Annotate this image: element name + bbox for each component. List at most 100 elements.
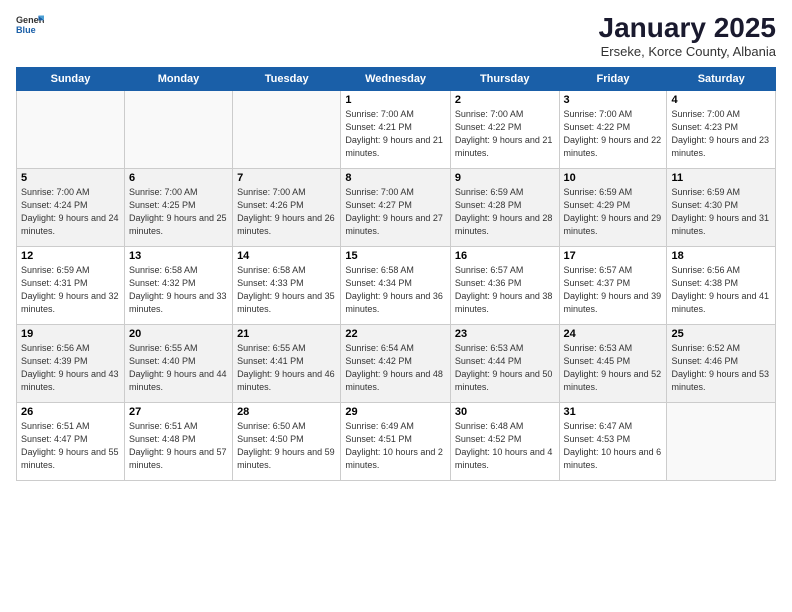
day-info: Sunrise: 6:58 AM Sunset: 4:33 PM Dayligh… bbox=[237, 264, 336, 316]
table-row: 31Sunrise: 6:47 AM Sunset: 4:53 PM Dayli… bbox=[559, 403, 667, 481]
day-number: 5 bbox=[21, 172, 120, 184]
weekday-header-row: Sunday Monday Tuesday Wednesday Thursday… bbox=[17, 68, 776, 91]
day-number: 6 bbox=[129, 172, 228, 184]
day-info: Sunrise: 7:00 AM Sunset: 4:22 PM Dayligh… bbox=[455, 108, 555, 160]
day-number: 15 bbox=[345, 250, 446, 262]
day-number: 8 bbox=[345, 172, 446, 184]
day-info: Sunrise: 6:56 AM Sunset: 4:39 PM Dayligh… bbox=[21, 342, 120, 394]
day-info: Sunrise: 6:51 AM Sunset: 4:48 PM Dayligh… bbox=[129, 420, 228, 472]
calendar-week-row: 12 Sunrise: 6:59 AM Sunset: 4:31 PM Dayli… bbox=[17, 247, 776, 325]
day-number: 30 bbox=[455, 406, 555, 418]
location-subtitle: Erseke, Korce County, Albania bbox=[599, 44, 776, 59]
table-row: 27 Sunrise: 6:51 AM Sunset: 4:48 PM Dayli… bbox=[124, 403, 232, 481]
table-row: 3 Sunrise: 7:00 AM Sunset: 4:22 PM Daylig… bbox=[559, 91, 667, 169]
day-number: 3 bbox=[564, 94, 663, 106]
header-monday: Monday bbox=[124, 68, 232, 91]
day-number: 13 bbox=[129, 250, 228, 262]
day-number: 7 bbox=[237, 172, 336, 184]
table-row: 14 Sunrise: 6:58 AM Sunset: 4:33 PM Dayli… bbox=[233, 247, 341, 325]
table-row: 6 Sunrise: 7:00 AM Sunset: 4:25 PM Daylig… bbox=[124, 169, 232, 247]
header-thursday: Thursday bbox=[450, 68, 559, 91]
day-info: Sunrise: 6:51 AM Sunset: 4:47 PM Dayligh… bbox=[21, 420, 120, 472]
calendar-week-row: 26 Sunrise: 6:51 AM Sunset: 4:47 PM Dayli… bbox=[17, 403, 776, 481]
header: General Blue January 2025 Erseke, Korce … bbox=[16, 12, 776, 59]
table-row: 4 Sunrise: 7:00 AM Sunset: 4:23 PM Daylig… bbox=[667, 91, 776, 169]
day-info: Sunrise: 6:56 AM Sunset: 4:38 PM Dayligh… bbox=[671, 264, 771, 316]
day-info: Sunrise: 6:59 AM Sunset: 4:31 PM Dayligh… bbox=[21, 264, 120, 316]
table-row: 12 Sunrise: 6:59 AM Sunset: 4:31 PM Dayli… bbox=[17, 247, 125, 325]
table-row: 29 Sunrise: 6:49 AM Sunset: 4:51 PM Dayli… bbox=[341, 403, 451, 481]
day-info: Sunrise: 6:50 AM Sunset: 4:50 PM Dayligh… bbox=[237, 420, 336, 472]
header-tuesday: Tuesday bbox=[233, 68, 341, 91]
calendar-week-row: 19Sunrise: 6:56 AM Sunset: 4:39 PM Dayli… bbox=[17, 325, 776, 403]
day-info: Sunrise: 7:00 AM Sunset: 4:23 PM Dayligh… bbox=[671, 108, 771, 160]
table-row: 20 Sunrise: 6:55 AM Sunset: 4:40 PM Dayli… bbox=[124, 325, 232, 403]
table-row: 1 Sunrise: 7:00 AM Sunset: 4:21 PM Daylig… bbox=[341, 91, 451, 169]
day-info: Sunrise: 6:48 AM Sunset: 4:52 PM Dayligh… bbox=[455, 420, 555, 472]
day-number: 25 bbox=[671, 328, 771, 340]
day-number: 2 bbox=[455, 94, 555, 106]
table-row: 28 Sunrise: 6:50 AM Sunset: 4:50 PM Dayli… bbox=[233, 403, 341, 481]
table-row bbox=[17, 91, 125, 169]
day-info: Sunrise: 6:59 AM Sunset: 4:29 PM Dayligh… bbox=[564, 186, 663, 238]
day-number: 20 bbox=[129, 328, 228, 340]
day-number: 31 bbox=[564, 406, 663, 418]
header-saturday: Saturday bbox=[667, 68, 776, 91]
table-row: 23Sunrise: 6:53 AM Sunset: 4:44 PM Dayli… bbox=[450, 325, 559, 403]
day-info: Sunrise: 6:59 AM Sunset: 4:28 PM Dayligh… bbox=[455, 186, 555, 238]
day-info: Sunrise: 6:55 AM Sunset: 4:40 PM Dayligh… bbox=[129, 342, 228, 394]
table-row bbox=[124, 91, 232, 169]
header-friday: Friday bbox=[559, 68, 667, 91]
table-row: 8 Sunrise: 7:00 AM Sunset: 4:27 PM Daylig… bbox=[341, 169, 451, 247]
table-row: 30 Sunrise: 6:48 AM Sunset: 4:52 PM Dayli… bbox=[450, 403, 559, 481]
day-info: Sunrise: 7:00 AM Sunset: 4:22 PM Dayligh… bbox=[564, 108, 663, 160]
day-number: 12 bbox=[21, 250, 120, 262]
day-number: 16 bbox=[455, 250, 555, 262]
calendar-week-row: 5Sunrise: 7:00 AM Sunset: 4:24 PM Daylig… bbox=[17, 169, 776, 247]
table-row: 25Sunrise: 6:52 AM Sunset: 4:46 PM Dayli… bbox=[667, 325, 776, 403]
day-number: 14 bbox=[237, 250, 336, 262]
day-info: Sunrise: 6:53 AM Sunset: 4:45 PM Dayligh… bbox=[564, 342, 663, 394]
logo: General Blue bbox=[16, 12, 48, 40]
day-number: 21 bbox=[237, 328, 336, 340]
day-number: 28 bbox=[237, 406, 336, 418]
day-number: 18 bbox=[671, 250, 771, 262]
logo-icon: General Blue bbox=[16, 12, 44, 40]
day-info: Sunrise: 7:00 AM Sunset: 4:21 PM Dayligh… bbox=[345, 108, 446, 160]
day-number: 29 bbox=[345, 406, 446, 418]
day-info: Sunrise: 6:49 AM Sunset: 4:51 PM Dayligh… bbox=[345, 420, 446, 472]
day-number: 22 bbox=[345, 328, 446, 340]
day-info: Sunrise: 6:59 AM Sunset: 4:30 PM Dayligh… bbox=[671, 186, 771, 238]
day-number: 10 bbox=[564, 172, 663, 184]
day-info: Sunrise: 7:00 AM Sunset: 4:27 PM Dayligh… bbox=[345, 186, 446, 238]
table-row bbox=[233, 91, 341, 169]
day-number: 27 bbox=[129, 406, 228, 418]
table-row: 7Sunrise: 7:00 AM Sunset: 4:26 PM Daylig… bbox=[233, 169, 341, 247]
table-row: 24 Sunrise: 6:53 AM Sunset: 4:45 PM Dayli… bbox=[559, 325, 667, 403]
table-row: 2 Sunrise: 7:00 AM Sunset: 4:22 PM Daylig… bbox=[450, 91, 559, 169]
day-number: 24 bbox=[564, 328, 663, 340]
table-row: 10 Sunrise: 6:59 AM Sunset: 4:29 PM Dayli… bbox=[559, 169, 667, 247]
day-number: 11 bbox=[671, 172, 771, 184]
day-info: Sunrise: 6:55 AM Sunset: 4:41 PM Dayligh… bbox=[237, 342, 336, 394]
table-row: 15 Sunrise: 6:58 AM Sunset: 4:34 PM Dayli… bbox=[341, 247, 451, 325]
day-number: 23 bbox=[455, 328, 555, 340]
day-number: 1 bbox=[345, 94, 446, 106]
day-number: 26 bbox=[21, 406, 120, 418]
day-info: Sunrise: 6:54 AM Sunset: 4:42 PM Dayligh… bbox=[345, 342, 446, 394]
day-number: 4 bbox=[671, 94, 771, 106]
table-row: 26 Sunrise: 6:51 AM Sunset: 4:47 PM Dayli… bbox=[17, 403, 125, 481]
table-row: 16 Sunrise: 6:57 AM Sunset: 4:36 PM Dayli… bbox=[450, 247, 559, 325]
table-row: 18 Sunrise: 6:56 AM Sunset: 4:38 PM Dayli… bbox=[667, 247, 776, 325]
day-info: Sunrise: 6:57 AM Sunset: 4:36 PM Dayligh… bbox=[455, 264, 555, 316]
day-info: Sunrise: 6:58 AM Sunset: 4:32 PM Dayligh… bbox=[129, 264, 228, 316]
calendar-week-row: 1 Sunrise: 7:00 AM Sunset: 4:21 PM Daylig… bbox=[17, 91, 776, 169]
day-info: Sunrise: 6:57 AM Sunset: 4:37 PM Dayligh… bbox=[564, 264, 663, 316]
day-info: Sunrise: 7:00 AM Sunset: 4:25 PM Dayligh… bbox=[129, 186, 228, 238]
month-title: January 2025 bbox=[599, 12, 776, 44]
day-number: 9 bbox=[455, 172, 555, 184]
table-row: 5Sunrise: 7:00 AM Sunset: 4:24 PM Daylig… bbox=[17, 169, 125, 247]
day-info: Sunrise: 6:58 AM Sunset: 4:34 PM Dayligh… bbox=[345, 264, 446, 316]
table-row: 9 Sunrise: 6:59 AM Sunset: 4:28 PM Daylig… bbox=[450, 169, 559, 247]
header-wednesday: Wednesday bbox=[341, 68, 451, 91]
